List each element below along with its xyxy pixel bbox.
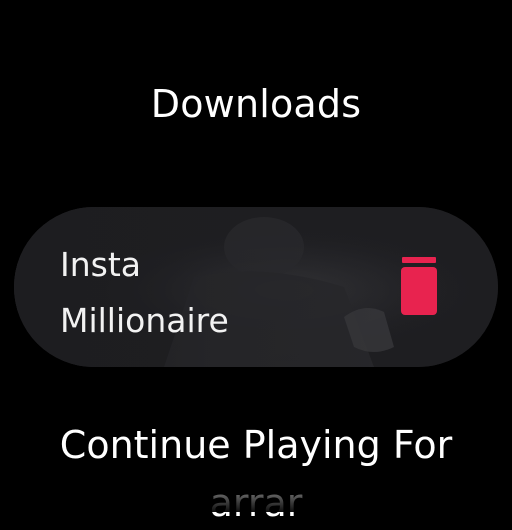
download-title: Insta Millionaire (60, 245, 229, 340)
section-title: Continue Playing For (59, 423, 453, 467)
delete-button[interactable] (396, 257, 442, 315)
page-title: Downloads (150, 82, 362, 126)
trash-icon (401, 257, 437, 315)
section-subtitle: arrar (209, 481, 303, 525)
download-item-card[interactable]: Insta Millionaire (14, 207, 498, 367)
